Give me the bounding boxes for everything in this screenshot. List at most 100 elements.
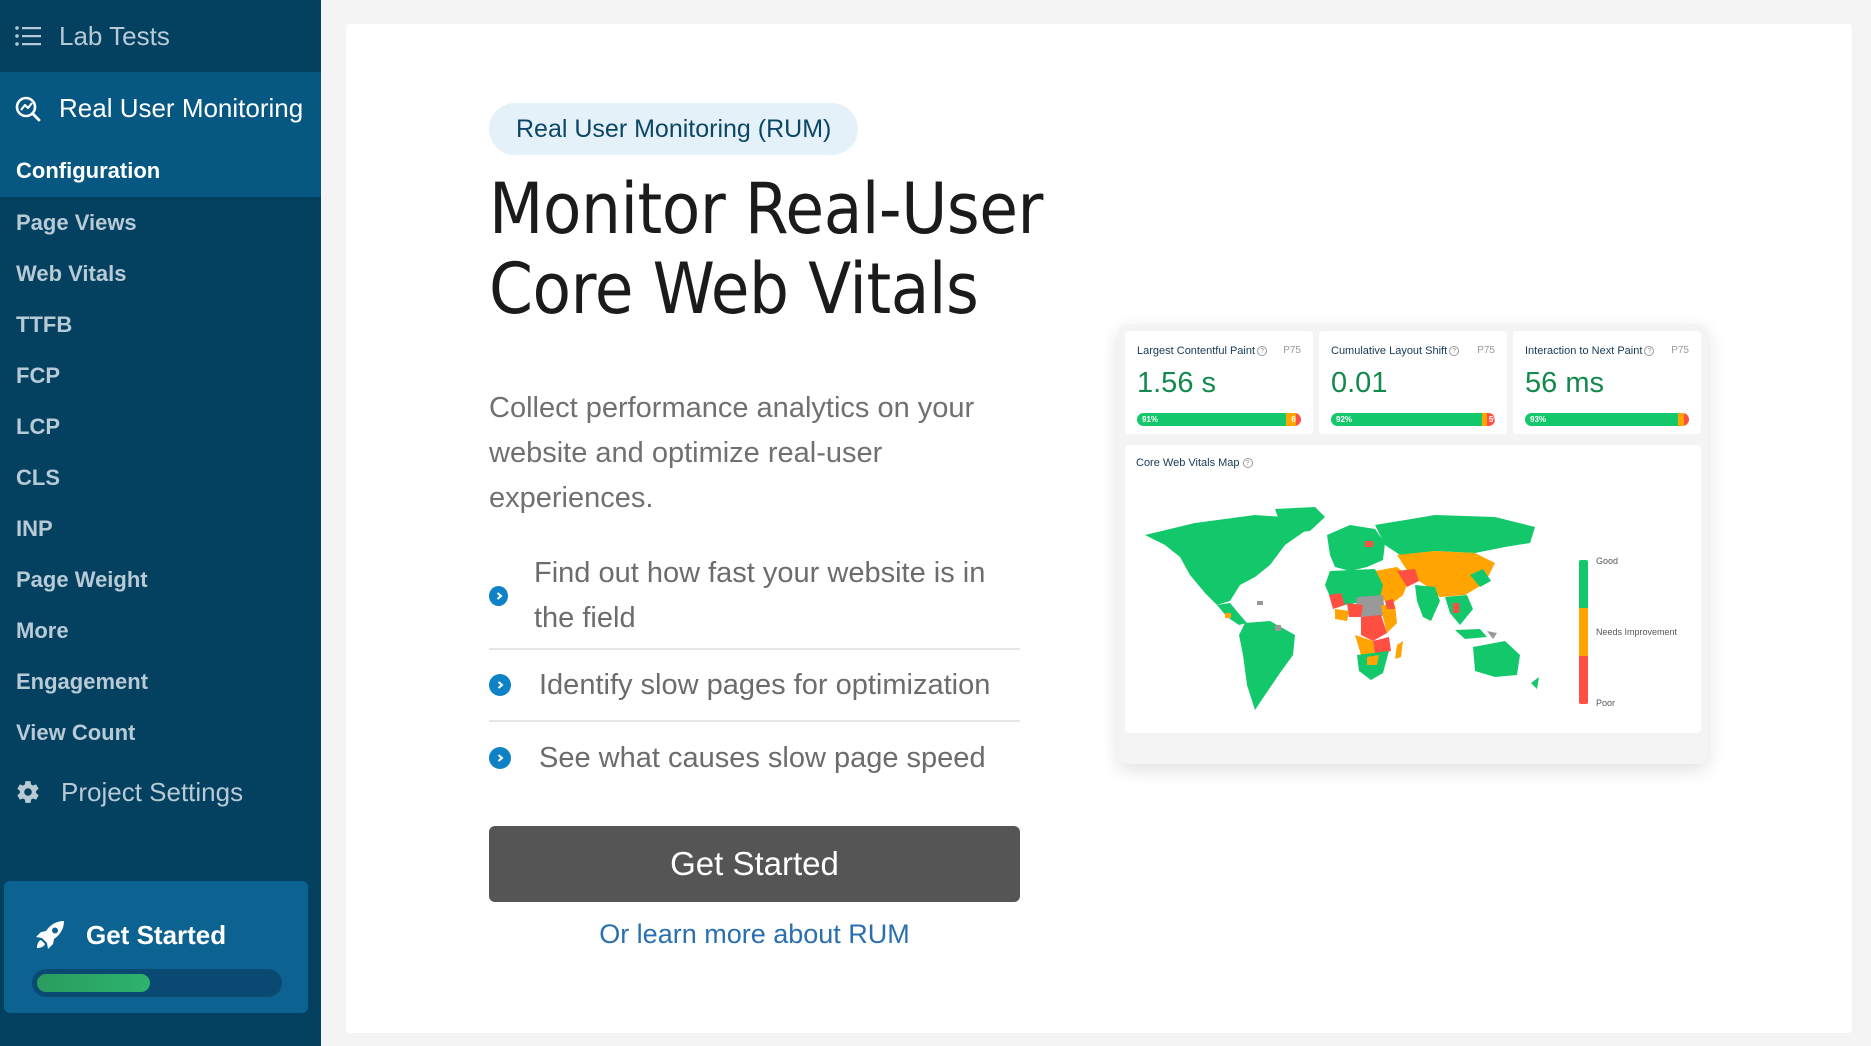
get-started-button[interactable]: Get Started [489,826,1020,902]
learn-more-link[interactable]: Or learn more about RUM [489,919,1020,950]
page-description: Collect performance analytics on your we… [489,392,975,514]
nav-item-label: Page Weight [16,566,148,592]
nav-item-fcp[interactable]: FCP [0,350,321,401]
nav-item-label: INP [16,515,53,541]
get-started-title: Get Started [34,919,226,951]
nav-item-more[interactable]: More [0,605,321,656]
page-title: Monitor Real-User Core Web Vitals [489,169,1119,329]
nav-lab-tests-label: Lab Tests [59,20,170,51]
region-south-america [1239,621,1295,710]
nav-item-lcp[interactable]: LCP [0,401,321,452]
nav-item-label: CLS [16,464,60,490]
page-title-line-1: Monitor Real-User [489,168,1044,250]
nav-project-settings[interactable]: Project Settings [0,760,321,824]
chevron-right-icon [489,747,511,769]
rum-section: Real User Monitoring [0,72,321,145]
metric-card-lcp: Largest Contentful Paint? P75 1.56 s 91%… [1125,331,1313,434]
region-central-america [1217,603,1247,625]
region-north-america [1145,515,1305,605]
help-icon: ? [1644,346,1655,357]
region-australia [1473,641,1520,677]
nav-item-label: LCP [16,413,60,439]
distribution-segment-poor [1296,413,1301,426]
nav-project-settings-label: Project Settings [61,776,244,807]
list-icon [15,26,41,46]
nav-item-label: TTFB [16,311,73,337]
metric-card-inp: Interaction to Next Paint? P75 56 ms 93% [1513,331,1701,434]
nav-item-label: View Count [16,719,136,745]
help-icon: ? [1257,346,1268,357]
distribution-segment-needs-improvement: 6% [1286,413,1297,426]
get-started-progress-fill [37,974,150,992]
nav-real-user-monitoring[interactable]: Real User Monitoring [0,72,321,145]
nav-item-label: Configuration [16,158,161,183]
distribution-segment-poor: 5% [1486,413,1495,426]
metric-name: Interaction to Next Paint? [1525,345,1655,357]
metric-percentile: P75 [1477,345,1495,356]
nav-item-cls[interactable]: CLS [0,452,321,503]
page-title-line-2: Core Web Vitals [489,248,979,330]
legend-poor: Poor [1596,698,1616,708]
get-started-label: Get Started [86,919,227,950]
metric-name: Largest Contentful Paint? [1137,345,1268,357]
metric-name: Cumulative Layout Shift? [1331,345,1460,357]
nav-item-web-vitals[interactable]: Web Vitals [0,248,321,299]
feature-list: Find out how fast your website is in the… [489,544,1020,794]
nav-item-label: FCP [16,362,60,388]
metric-percentile: P75 [1283,345,1301,356]
main-panel: Real User Monitoring (RUM) Monitor Real-… [346,24,1852,1033]
nav-item-configuration[interactable]: Configuration [0,145,321,197]
legend-needs-improvement: Needs Improvement [1596,627,1678,637]
world-map [1145,507,1539,710]
feature-item: Identify slow pages for optimization [489,650,1020,722]
help-icon: ? [1449,346,1460,357]
map-title: Core Web Vitals Map? [1136,457,1253,469]
chevron-right-icon [489,586,508,606]
feature-text: Find out how fast your website is in the… [534,557,986,634]
region-russia [1375,515,1535,555]
nav-item-page-weight[interactable]: Page Weight [0,554,321,605]
region-europe [1327,525,1385,571]
distribution-segment-good: 92% [1331,413,1482,426]
monitoring-search-icon [15,96,41,121]
rocket-icon [36,921,64,949]
metric-distribution-bar: 93% [1525,413,1689,426]
nav-item-label: Page Views [16,209,137,235]
feature-item: Find out how fast your website is in the… [489,544,1020,650]
distribution-segment-good: 93% [1525,413,1678,426]
nav-item-inp[interactable]: INP [0,503,321,554]
nav-item-label: Engagement [16,668,149,694]
core-web-vitals-map-card: Core Web Vitals Map? Good Needs Improvem… [1125,445,1701,733]
get-started-progress [32,969,282,997]
region-south-africa [1357,651,1389,680]
nav-lab-tests[interactable]: Lab Tests [0,0,321,72]
map-legend-bar [1579,560,1588,704]
distribution-segment-poor [1684,413,1689,426]
metric-distribution-bar: 91%6% [1137,413,1301,426]
metric-distribution-bar: 92% 5% [1331,413,1495,426]
gear-icon [17,781,39,803]
nav-item-view-count[interactable]: View Count [0,707,321,758]
nav-rum-label: Real User Monitoring [59,93,304,123]
metric-percentile: P75 [1671,345,1689,356]
legend-good: Good [1596,556,1619,566]
feature-text: See what causes slow page speed [539,741,986,774]
feature-text: Identify slow pages for optimization [539,668,991,701]
help-icon: ? [1242,458,1253,469]
nav-item-label: More [16,617,69,643]
metric-value: 1.56 s [1137,367,1216,399]
get-started-widget[interactable]: Get Started [4,881,308,1013]
nav-item-ttfb[interactable]: TTFB [0,299,321,350]
sidebar: Lab Tests Real User Monitoring Configura… [0,0,321,1046]
feature-item: See what causes slow page speed [489,722,1020,794]
dashboard-preview: Largest Contentful Paint? P75 1.56 s 91%… [1118,324,1708,764]
metric-value: 0.01 [1331,367,1388,399]
nav-item-engagement[interactable]: Engagement [0,656,321,707]
rum-badge: Real User Monitoring (RUM) [489,103,859,155]
distribution-segment-good: 91% [1137,413,1287,426]
metric-card-cls: Cumulative Layout Shift? P75 0.01 92% 5% [1319,331,1507,434]
metric-value: 56 ms [1525,367,1604,399]
nav-item-label: Web Vitals [16,260,127,286]
chevron-right-icon [489,674,511,696]
nav-item-page-views[interactable]: Page Views [0,197,321,248]
